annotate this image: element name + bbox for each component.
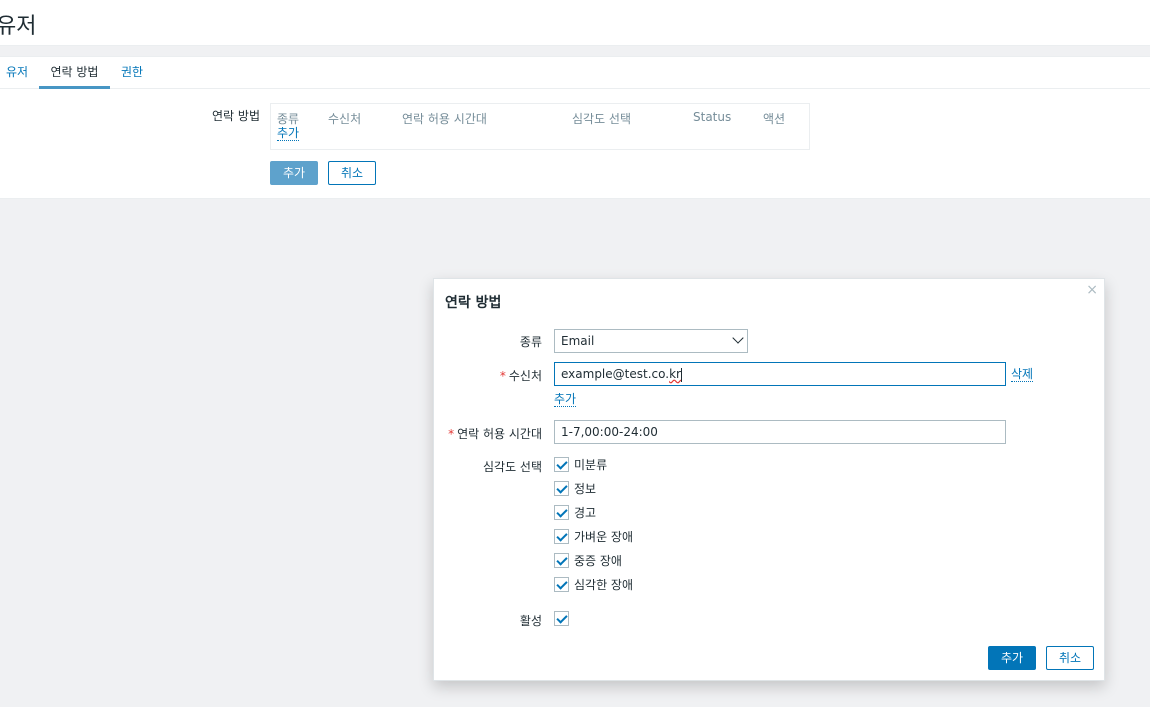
enabled-label: 활성 bbox=[519, 614, 542, 628]
sendto-input[interactable]: example@test.co.kr bbox=[554, 362, 1006, 386]
period-input[interactable]: 1-7,00:00-24:00 bbox=[554, 420, 1006, 444]
tab-user[interactable]: 유저 bbox=[6, 57, 28, 89]
chevron-down-icon bbox=[732, 332, 744, 344]
checkbox-checked-icon[interactable] bbox=[554, 610, 569, 626]
checkbox-checked-icon[interactable] bbox=[554, 456, 569, 472]
severity-option-label: 정보 bbox=[574, 481, 597, 496]
sendto-value-prefix: example@test.co. bbox=[561, 367, 670, 381]
column-header-type: 종류 bbox=[277, 112, 300, 126]
checkbox-checked-icon[interactable] bbox=[554, 576, 569, 592]
checkbox-checked-icon[interactable] bbox=[554, 552, 569, 568]
column-header-status: Status bbox=[693, 110, 732, 124]
page-title: 유저 bbox=[0, 14, 37, 39]
media-form-label: 연락 방법 bbox=[212, 109, 260, 123]
severity-option-label: 경고 bbox=[574, 505, 597, 520]
severity-label: 심각도 선택 bbox=[482, 460, 542, 474]
severity-option-label: 심각한 장애 bbox=[574, 577, 634, 592]
close-icon[interactable]: × bbox=[1086, 282, 1098, 298]
sendto-value-suffix: kr bbox=[669, 367, 681, 381]
tab-permissions[interactable]: 권한 bbox=[121, 57, 143, 89]
column-header-period: 연락 허용 시간대 bbox=[402, 112, 487, 126]
media-dialog: 연락 방법 × 종류 Email * 수신처 example@test.co.kr… bbox=[433, 278, 1105, 681]
sendto-label: * 수신처 bbox=[500, 367, 542, 384]
severity-option-label: 가벼운 장애 bbox=[574, 529, 634, 544]
enabled-checkbox-row[interactable] bbox=[554, 610, 574, 626]
severity-option-label: 미분류 bbox=[574, 457, 608, 472]
column-header-sendto: 수신처 bbox=[328, 112, 362, 126]
required-marker: * bbox=[448, 427, 455, 441]
severity-option-not-classified[interactable]: 미분류 bbox=[554, 456, 607, 472]
dialog-title: 연락 방법 bbox=[445, 295, 502, 311]
add-button[interactable]: 추가 bbox=[270, 161, 318, 185]
content-panel: 유저 연락 방법 권한 연락 방법 종류 수신처 연락 허용 시간대 심각도 선… bbox=[0, 56, 1150, 199]
severity-option-average[interactable]: 가벼운 장애 bbox=[554, 528, 633, 544]
page-header: 유저 bbox=[0, 0, 1150, 46]
cancel-button[interactable]: 취소 bbox=[328, 161, 376, 185]
required-marker: * bbox=[499, 369, 506, 383]
type-select-value: Email bbox=[561, 334, 595, 348]
add-media-link[interactable]: 추가 bbox=[277, 127, 300, 141]
type-label: 종류 bbox=[519, 335, 542, 349]
severity-option-information[interactable]: 정보 bbox=[554, 480, 596, 496]
checkbox-checked-icon[interactable] bbox=[554, 504, 569, 520]
severity-option-disaster[interactable]: 심각한 장애 bbox=[554, 576, 633, 592]
severity-option-warning[interactable]: 경고 bbox=[554, 504, 596, 520]
type-select[interactable]: Email bbox=[554, 329, 748, 353]
add-sendto-link[interactable]: 추가 bbox=[554, 393, 577, 407]
tab-bar: 유저 연락 방법 권한 bbox=[0, 57, 1150, 89]
severity-option-label: 중증 장애 bbox=[574, 553, 622, 568]
checkbox-checked-icon[interactable] bbox=[554, 528, 569, 544]
media-table: 종류 수신처 연락 허용 시간대 심각도 선택 Status 액션 추가 bbox=[270, 103, 810, 150]
period-label: * 연락 허용 시간대 bbox=[448, 425, 542, 442]
severity-option-high[interactable]: 중증 장애 bbox=[554, 552, 622, 568]
sendto-label-text: 수신처 bbox=[508, 369, 542, 383]
period-label-text: 연락 허용 시간대 bbox=[457, 427, 542, 441]
dialog-add-button[interactable]: 추가 bbox=[988, 646, 1036, 670]
text-caret bbox=[680, 367, 682, 382]
column-header-action: 액션 bbox=[763, 112, 786, 126]
checkbox-checked-icon[interactable] bbox=[554, 480, 569, 496]
tab-media[interactable]: 연락 방법 bbox=[39, 57, 110, 89]
remove-sendto-link[interactable]: 삭제 bbox=[1011, 368, 1034, 382]
dialog-cancel-button[interactable]: 취소 bbox=[1046, 646, 1094, 670]
column-header-severity: 심각도 선택 bbox=[572, 112, 632, 126]
